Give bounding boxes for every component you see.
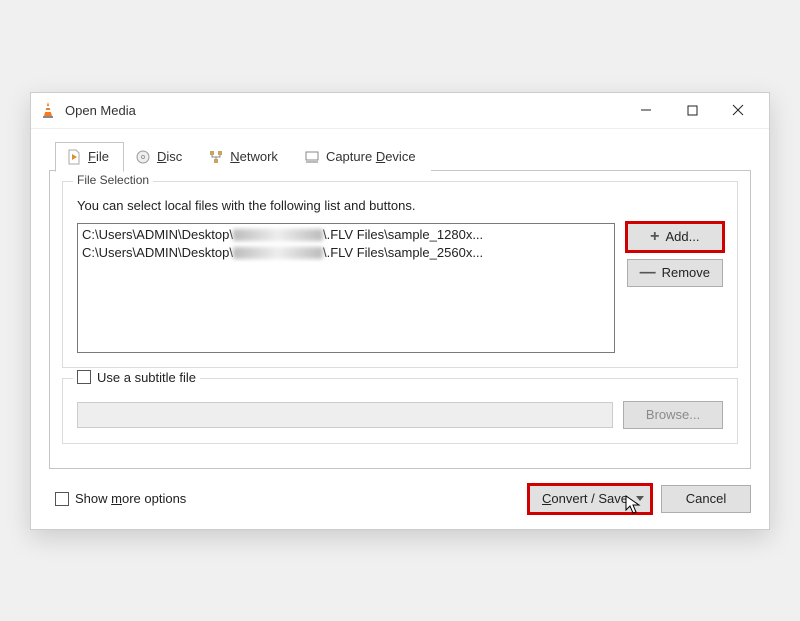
tab-capture-device[interactable]: Capture Device [293,142,431,172]
show-more-options-checkbox[interactable]: Show more options [49,491,186,506]
tab-disc[interactable]: Disc [124,142,197,172]
file-list[interactable]: C:\Users\ADMIN\Desktop\\.FLV Files\sampl… [77,223,615,353]
checkbox-label: Use a subtitle file [97,370,196,385]
file-selection-desc: You can select local files with the foll… [77,198,723,213]
subtitle-path-input [77,402,613,428]
capture-icon [304,149,320,165]
button-label: Browse... [646,407,700,422]
subtitle-group: Use a subtitle file Browse... [62,378,738,444]
chevron-down-icon [636,496,644,501]
titlebar: Open Media [31,93,769,129]
tab-label: Capture Device [326,149,416,164]
tab-bar: File Disc Network Capture Device [55,141,751,171]
add-button[interactable]: + Add... [627,223,723,251]
remove-button[interactable]: — Remove [627,259,723,287]
button-label: Cancel [686,491,726,506]
file-tab-pane: File Selection You can select local file… [49,170,751,469]
tab-file[interactable]: File [55,142,124,172]
tab-label: File [88,149,109,164]
network-icon [208,149,224,165]
tab-network[interactable]: Network [197,142,293,172]
vlc-cone-icon [39,101,57,119]
minus-icon: — [640,265,656,281]
redacted-text [233,247,323,259]
button-label: Remove [662,265,710,280]
disc-icon [135,149,151,165]
file-selection-legend: File Selection [73,173,153,187]
maximize-button[interactable] [669,94,715,126]
checkbox-box-icon [77,370,91,384]
convert-save-button[interactable]: Convert / Save [529,485,651,513]
list-item[interactable]: C:\Users\ADMIN\Desktop\\.FLV Files\sampl… [82,226,610,244]
open-media-dialog: Open Media File Disc [30,92,770,530]
close-button[interactable] [715,94,761,126]
redacted-text [233,229,323,241]
tab-label: Network [230,149,278,164]
checkbox-box-icon [55,492,69,506]
plus-icon: + [650,229,659,245]
tab-label: Disc [157,149,182,164]
button-label: Add... [665,229,699,244]
minimize-button[interactable] [623,94,669,126]
file-selection-group: File Selection You can select local file… [62,181,738,368]
browse-button: Browse... [623,401,723,429]
checkbox-label: Show more options [75,491,186,506]
list-item[interactable]: C:\Users\ADMIN\Desktop\\.FLV Files\sampl… [82,244,610,262]
button-label: Convert / Save [542,491,628,506]
window-title: Open Media [65,103,623,118]
file-icon [66,149,82,165]
cancel-button[interactable]: Cancel [661,485,751,513]
dialog-buttons: Show more options Convert / Save Cancel [31,475,769,529]
subtitle-checkbox[interactable]: Use a subtitle file [73,370,200,385]
